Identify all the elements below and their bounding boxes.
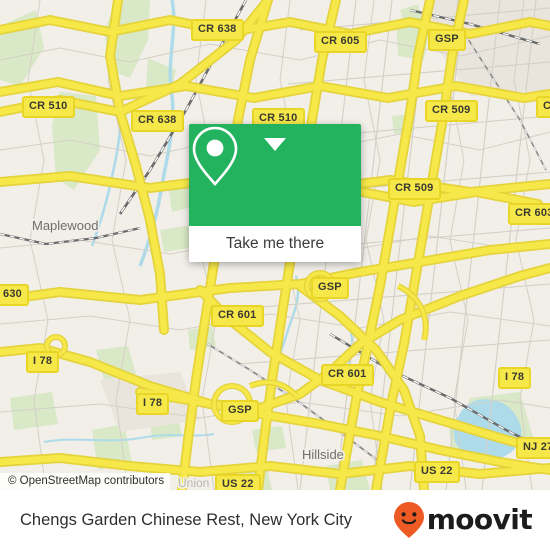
road-shield-us-22-east: US 22 xyxy=(414,461,460,483)
road-shield-cr-638-north: CR 638 xyxy=(191,19,244,41)
road-shield-cr-638-mid: CR 638 xyxy=(131,110,184,132)
road-shield-cr-630: 630 xyxy=(0,284,29,306)
road-shield-cr-601-north: CR 601 xyxy=(211,305,264,327)
place-title: Chengs Garden Chinese Rest, New York Cit… xyxy=(20,510,352,529)
take-me-there-label: Take me there xyxy=(225,235,325,252)
map-attribution[interactable]: © OpenStreetMap contributors xyxy=(0,473,171,490)
road-shield-us-22-west: US 22 xyxy=(215,474,261,490)
map-canvas[interactable]: Maplewood Hillside Union CR 638 CR 605 G… xyxy=(0,0,550,490)
popup-pointer xyxy=(264,138,286,151)
map-pin-icon xyxy=(192,126,238,186)
road-shield-cr-601-south: CR 601 xyxy=(321,364,374,386)
road-shield-nj-27: NJ 27 xyxy=(516,437,550,459)
moovit-logo[interactable]: moovit xyxy=(393,501,533,539)
road-shield-cr-605: CR 605 xyxy=(314,31,367,53)
moovit-pin-icon xyxy=(393,502,424,538)
road-shield-gsp-mid: GSP xyxy=(311,277,349,299)
place-label-union: Union xyxy=(178,476,210,490)
take-me-there-button[interactable]: Take me there xyxy=(189,226,361,262)
road-shield-cr-510-west: CR 510 xyxy=(22,96,75,118)
road-shield-i-78-south: I 78 xyxy=(136,393,170,415)
moovit-map-share-card: Maplewood Hillside Union CR 638 CR 605 G… xyxy=(0,0,550,550)
road-shield-gsp-south: GSP xyxy=(221,400,259,422)
place-label-maplewood: Maplewood xyxy=(32,218,99,233)
road-shield-i-78-west: I 78 xyxy=(26,351,60,373)
road-shield-cr-603: CR 603 xyxy=(508,203,550,225)
moovit-wordmark: moovit xyxy=(426,503,533,536)
place-label-hillside: Hillside xyxy=(302,447,344,462)
road-shield-cr-509-south: CR 509 xyxy=(388,178,441,200)
road-shield-i-78-east: I 78 xyxy=(498,367,532,389)
road-shield-cr-509-north: CR 509 xyxy=(425,100,478,122)
road-shield-gsp-north: GSP xyxy=(428,29,466,51)
footer-bar: Chengs Garden Chinese Rest, New York Cit… xyxy=(0,490,550,550)
road-shield-edge-clipped: C xyxy=(536,96,550,118)
